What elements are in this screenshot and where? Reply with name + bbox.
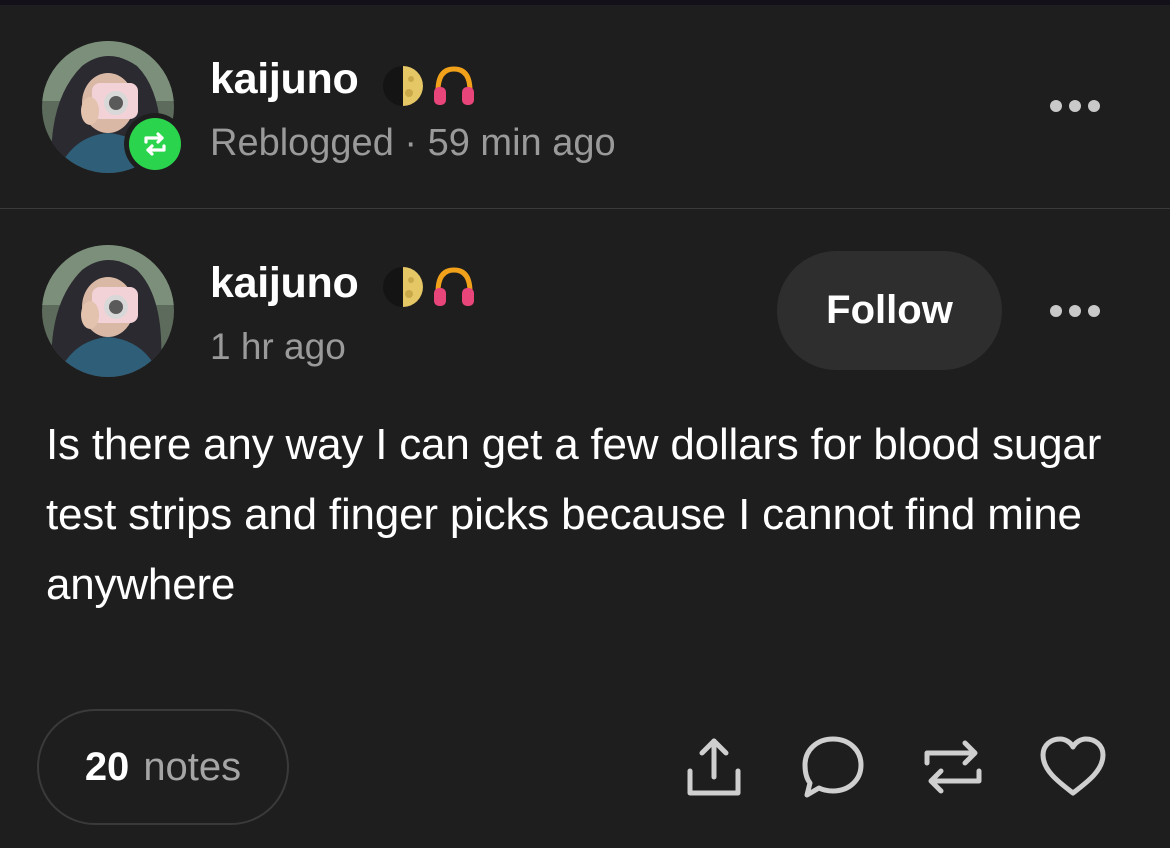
reblog-badge: [124, 113, 186, 175]
share-icon[interactable]: [679, 732, 749, 802]
like-icon[interactable]: [1038, 732, 1108, 802]
reblogger-username[interactable]: kaijuno: [210, 55, 359, 104]
reblogger-badges: [382, 65, 476, 107]
headphones-icon: [434, 66, 474, 105]
moon-icon: [383, 267, 423, 307]
notes-label: notes: [143, 744, 242, 789]
reblog-status: Reblogged: [210, 122, 394, 164]
follow-button[interactable]: Follow: [777, 251, 1002, 370]
notes-button[interactable]: 20 notes: [37, 709, 289, 825]
reblog-more-button[interactable]: [1040, 91, 1110, 121]
reblog-header: kaijuno Reblogged · 59 min ago: [0, 5, 1170, 208]
reblog-icon[interactable]: [918, 732, 988, 802]
moon-icon: [383, 66, 423, 106]
notes-count: 20: [84, 744, 130, 789]
reblog-time[interactable]: 59 min ago: [428, 122, 616, 164]
meta-separator: ·: [393, 122, 428, 164]
post-body: Is there any way I can get a few dollars…: [46, 420, 1102, 609]
divider: [0, 208, 1170, 209]
reblog-meta: Reblogged · 59 min ago: [210, 122, 616, 165]
post-time[interactable]: 1 hr ago: [210, 326, 346, 368]
post-username[interactable]: kaijuno: [210, 259, 359, 308]
post-avatar[interactable]: [42, 245, 174, 377]
reblog-badge-icon: [129, 118, 181, 170]
reply-icon[interactable]: [798, 732, 868, 802]
post-badges: [382, 266, 476, 308]
headphones-icon: [434, 267, 474, 306]
post-more-button[interactable]: [1040, 296, 1110, 326]
